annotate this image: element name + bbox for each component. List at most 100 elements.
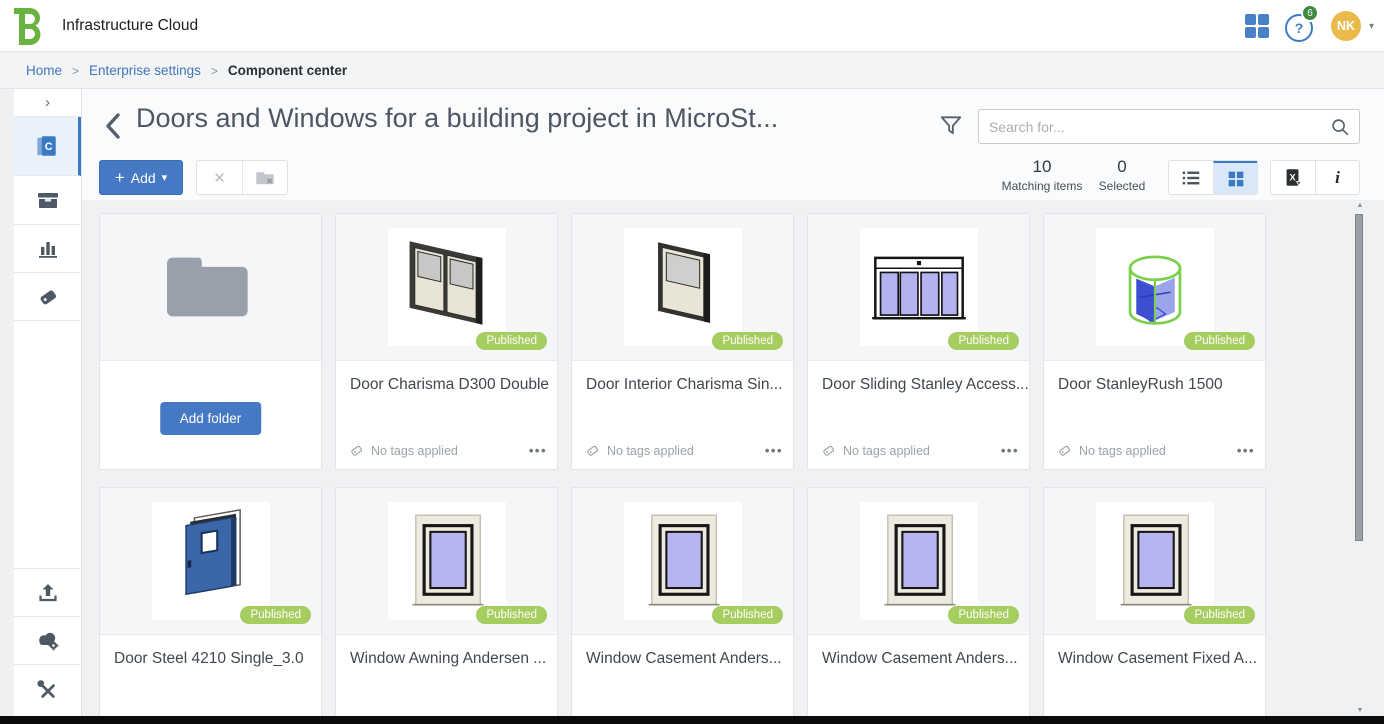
upload-icon [36,581,60,605]
list-view-button[interactable] [1169,161,1213,194]
more-menu-icon[interactable]: ••• [529,443,547,458]
window-image [395,509,499,613]
scroll-down-icon[interactable]: ▼ [1355,707,1365,714]
app-switcher-grid-icon[interactable] [1245,14,1269,38]
sidebar-item-tools[interactable] [14,665,81,716]
sidebar-item-upload[interactable] [14,568,81,617]
status-badge: Published [476,606,547,624]
component-thumbnail: Published [808,488,1029,635]
app-title: Infrastructure Cloud [62,17,198,35]
avatar[interactable]: NK [1331,11,1361,41]
status-badge: Published [712,332,783,350]
tag-icon [821,443,836,458]
close-icon: ✕ [213,169,226,187]
component-thumbnail: Published [336,488,557,635]
component-thumbnail: Published [572,488,793,635]
misc-actions-group: X i [1270,160,1360,195]
add-folder-card: Add folder [99,213,322,470]
selected-label: Selected [1092,179,1152,193]
door-sliding-image [867,235,971,339]
component-title: Window Casement Fixed A... [1044,635,1265,668]
remove-from-folder-button[interactable] [242,161,287,194]
tag-icon [36,285,60,309]
component-card[interactable]: Published Window Casement Anders... No t… [807,487,1030,716]
archive-box-icon [36,188,60,212]
view-toggle-group [1168,160,1258,195]
component-card[interactable]: Published Window Casement Fixed A... No … [1043,487,1266,716]
component-card[interactable]: Published Door Interior Charisma Sin... … [571,213,794,470]
export-excel-button[interactable]: X [1271,161,1315,194]
sidebar-expand-button[interactable]: › [14,89,81,117]
component-card[interactable]: Published Door StanleyRush 1500 No tags … [1043,213,1266,470]
component-thumbnail: Published [100,488,321,635]
info-icon: i [1335,168,1340,188]
page-title: Doors and Windows for a building project… [136,103,778,134]
breadcrumb-home[interactable]: Home [26,63,62,78]
folder-icon [165,254,257,320]
status-badge: Published [476,332,547,350]
back-button[interactable] [102,111,124,141]
matching-label: Matching items [1000,179,1084,193]
filter-funnel-icon[interactable] [938,113,964,139]
sidebar-item-reports[interactable] [14,225,81,273]
tag-icon [349,443,364,458]
component-card[interactable]: Published Door Steel 4210 Single_3.0 No … [99,487,322,716]
add-button[interactable]: + Add ▾ [99,160,183,195]
bottom-edge-bar [0,716,1384,724]
sidebar-item-tags[interactable] [14,273,81,321]
card-footer: No tags applied ••• [821,443,1019,458]
status-badge: Published [712,606,783,624]
component-title: Door Steel 4210 Single_3.0 [100,635,321,668]
component-card[interactable]: Published Window Awning Andersen ... No … [335,487,558,716]
sidebar-item-archive[interactable] [14,176,81,225]
breadcrumb-enterprise-settings[interactable]: Enterprise settings [89,63,201,78]
status-badge: Published [948,332,1019,350]
component-card[interactable]: Published Door Sliding Stanley Access...… [807,213,1030,470]
chevron-right-icon: › [45,94,50,111]
cloud-gear-icon [35,629,61,653]
svg-text:X: X [1289,172,1296,182]
folder-remove-icon [255,168,275,188]
scrollbar-thumb[interactable] [1355,214,1363,541]
tags-label: No tags applied [1079,444,1230,458]
selected-counter: 0 Selected [1092,157,1152,193]
svg-text:C: C [45,141,53,153]
vertical-scrollbar[interactable]: ▲ ▼ [1352,200,1366,716]
chevron-down-icon[interactable]: ▾ [1369,21,1374,32]
card-footer: No tags applied ••• [349,443,547,458]
status-badge: Published [240,606,311,624]
door-double-image [395,235,499,339]
status-badge: Published [948,606,1019,624]
grid-view-icon [1225,168,1247,190]
tags-label: No tags applied [371,444,522,458]
info-button[interactable]: i [1315,161,1359,194]
sidebar-item-cloud-settings[interactable] [14,617,81,665]
breadcrumb-current: Component center [228,63,347,78]
tags-label: No tags applied [607,444,758,458]
component-card[interactable]: Published Window Casement Anders... No t… [571,487,794,716]
grid-view-button[interactable] [1213,161,1257,194]
tags-label: No tags applied [843,444,994,458]
more-menu-icon[interactable]: ••• [1001,443,1019,458]
component-thumbnail: Published [1044,488,1265,635]
clear-selection-button[interactable]: ✕ [197,161,242,194]
selected-count: 0 [1092,157,1152,177]
search-input[interactable] [989,110,1319,143]
door-steel-image [159,509,263,613]
scroll-up-icon[interactable]: ▲ [1355,202,1365,209]
component-thumbnail: Published [572,214,793,361]
more-menu-icon[interactable]: ••• [765,443,783,458]
component-title: Door Interior Charisma Sin... [572,361,793,394]
search-box [978,109,1360,144]
component-title: Door StanleyRush 1500 [1044,361,1265,394]
main-panel: Doors and Windows for a building project… [82,89,1384,716]
add-folder-button[interactable]: Add folder [160,402,262,435]
help-button[interactable]: ? 6 [1285,11,1315,41]
sidebar-item-catalog[interactable]: C [14,117,81,176]
plus-icon: + [115,168,125,188]
component-title: Door Sliding Stanley Access... [808,361,1029,394]
component-card[interactable]: Published Door Charisma D300 Double No t… [335,213,558,470]
component-thumbnail: Published [336,214,557,361]
bar-chart-icon [36,237,60,261]
more-menu-icon[interactable]: ••• [1237,443,1255,458]
